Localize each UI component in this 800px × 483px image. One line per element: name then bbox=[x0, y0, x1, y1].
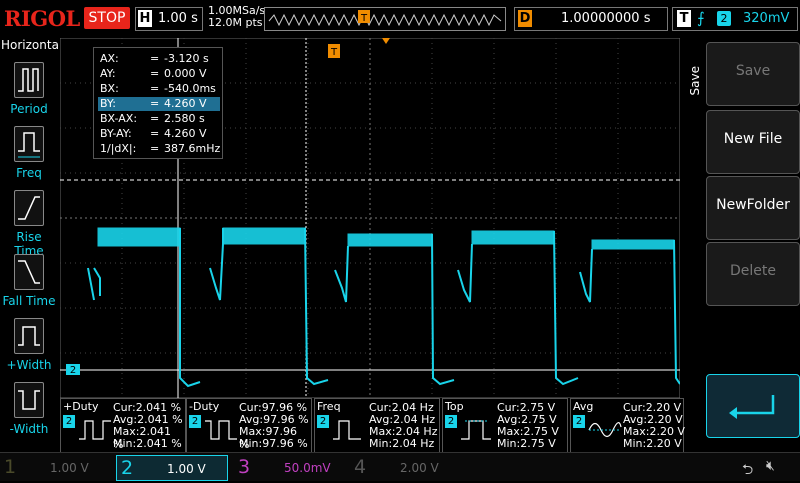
trigger-level: 320mV bbox=[743, 11, 790, 26]
freq-label: Freq bbox=[16, 166, 42, 180]
save-button[interactable]: Save bbox=[706, 42, 800, 106]
delay-value: 1.00000000 s bbox=[561, 11, 651, 26]
save-menu-panel: Save Save New File NewFolder Delete bbox=[684, 38, 800, 452]
channel-badge: 2 bbox=[63, 415, 75, 428]
channel-badge: 2 bbox=[573, 415, 585, 428]
trigger-key: T bbox=[677, 10, 691, 27]
plus-width-label: +Width bbox=[6, 358, 52, 372]
delay-key: D bbox=[518, 10, 532, 27]
cursor-row: 1/|dX|: = 387.6mHz bbox=[100, 142, 221, 155]
svg-text:T: T bbox=[330, 47, 338, 58]
return-arrow-icon bbox=[729, 395, 775, 419]
cursor-row: BX-AX: = 2.580 s bbox=[100, 112, 205, 125]
trigger-pos-marker: T bbox=[360, 13, 368, 24]
delete-button[interactable]: Delete bbox=[706, 242, 800, 306]
plus-duty-icon bbox=[79, 420, 111, 440]
new-folder-button[interactable]: NewFolder bbox=[706, 176, 800, 240]
channel-2-tab[interactable]: 2 1.00 V bbox=[116, 455, 228, 481]
cursor-readout: AX: = -3.120 s AY: = 0.000 V BX: = -540.0ms BY… bbox=[93, 47, 223, 159]
falling-edge-icon: ⨍ bbox=[697, 9, 705, 27]
frequency-icon bbox=[333, 420, 361, 440]
cursor-row-selected: BY: = 4.260 V bbox=[98, 97, 220, 111]
timebase-box[interactable]: H 1.00 s bbox=[135, 7, 203, 31]
measurement-avg[interactable]: Avg 2 Cur:2.20 V Avg:2.20 V Max:2.20 V M… bbox=[570, 398, 685, 454]
return-button[interactable] bbox=[706, 374, 800, 438]
channel-1-tab[interactable]: 1 1.00 V bbox=[0, 455, 110, 479]
new-file-button[interactable]: New File bbox=[706, 110, 800, 174]
channel-badge: 2 bbox=[189, 415, 201, 428]
cursor-row: AY: = 0.000 V bbox=[100, 67, 207, 80]
measurement-plus-duty[interactable]: +Duty 2 Cur:2.041 % Avg:2.041 % Max:2.04… bbox=[60, 398, 186, 454]
channel-4-tab[interactable]: 4 2.00 V bbox=[350, 455, 460, 479]
rise-time-icon bbox=[14, 190, 44, 226]
ch2-ground-marker[interactable]: 2 bbox=[66, 364, 80, 376]
fall-time-label: Fall Time bbox=[2, 294, 56, 308]
usb-icon: ⮌ bbox=[742, 462, 754, 478]
channel-badge: 2 bbox=[445, 415, 457, 428]
channel-3-tab[interactable]: 3 50.0mV bbox=[234, 455, 344, 479]
top-status-bar: RIGOL STOP H 1.00 s 1.00MSa/s 12.0M pts … bbox=[0, 0, 800, 38]
memory-wave-icon: T bbox=[268, 10, 502, 27]
measure-period[interactable]: Period bbox=[0, 58, 58, 122]
period-label: Period bbox=[10, 102, 48, 116]
period-icon bbox=[14, 62, 44, 98]
trigger-position-bar[interactable]: T bbox=[264, 7, 506, 31]
timebase-value: 1.00 s bbox=[158, 11, 198, 26]
measure-rise-time[interactable]: Rise Time bbox=[0, 186, 58, 258]
minus-duty-icon bbox=[205, 420, 237, 440]
cursor-row: BY-AY: = 4.260 V bbox=[100, 127, 207, 140]
plus-width-icon bbox=[14, 318, 44, 354]
run-stop-status[interactable]: STOP bbox=[84, 7, 130, 29]
measurement-freq[interactable]: Freq 2 Cur:2.04 Hz Avg:2.04 Hz Max:2.04 … bbox=[314, 398, 440, 454]
measure-minus-width[interactable]: -Width bbox=[0, 378, 58, 442]
measure-freq[interactable]: Freq bbox=[0, 122, 58, 186]
horizontal-measure-panel: Horizontal Period Freq Rise Time Fall Ti… bbox=[0, 38, 62, 452]
speaker-mute-icon[interactable]: 🔇︎ bbox=[766, 458, 775, 474]
trigger-source-badge: 2 bbox=[717, 11, 731, 26]
brand-logo: RIGOL bbox=[4, 6, 80, 31]
trigger-box[interactable]: T ⨍ 2 320mV bbox=[672, 7, 798, 31]
channel-badge: 2 bbox=[317, 415, 329, 428]
measure-plus-width[interactable]: +Width bbox=[0, 314, 58, 378]
trigger-time-marker[interactable]: T bbox=[328, 44, 340, 58]
frequency-icon bbox=[14, 126, 44, 162]
top-icon bbox=[461, 420, 491, 440]
minus-width-label: -Width bbox=[9, 422, 49, 436]
minus-width-icon bbox=[14, 382, 44, 418]
cursor-row: BX: = -540.0ms bbox=[100, 82, 216, 95]
svg-text:2: 2 bbox=[70, 365, 76, 376]
panel-title: Horizontal bbox=[1, 38, 63, 52]
delay-box[interactable]: D 1.00000000 s bbox=[514, 7, 668, 31]
channel-status-bar: 1 1.00 V 2 1.00 V 3 50.0mV 4 2.00 V ⮌ 🔇︎ bbox=[0, 452, 800, 481]
memory-depth: 12.0M pts bbox=[208, 16, 263, 29]
fall-time-icon bbox=[14, 254, 44, 290]
sample-info: 1.00MSa/s 12.0M pts bbox=[208, 5, 265, 29]
measurement-top[interactable]: Top 2 Cur:2.75 V Avg:2.75 V Max:2.75 V M… bbox=[442, 398, 568, 454]
cursor-row: AX: = -3.120 s bbox=[100, 52, 209, 65]
measure-fall-time[interactable]: Fall Time bbox=[0, 250, 58, 314]
average-icon bbox=[588, 422, 622, 438]
measurement-minus-duty[interactable]: -Duty 2 Cur:97.96 % Avg:97.96 % Max:97.9… bbox=[186, 398, 312, 454]
horizontal-key: H bbox=[138, 10, 152, 27]
menu-title: Save bbox=[688, 66, 702, 96]
